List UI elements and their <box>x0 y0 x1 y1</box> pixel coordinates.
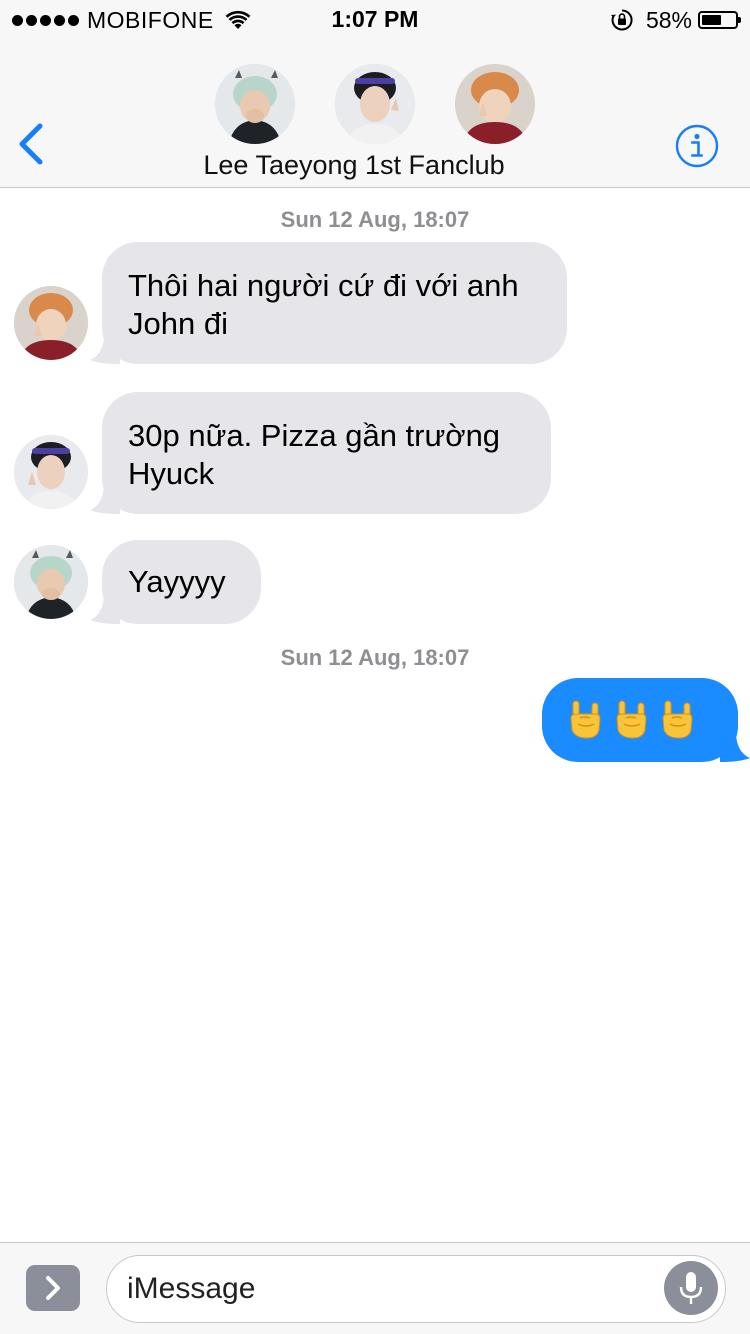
avatar-mint-hair <box>215 64 295 144</box>
incoming-message-bubble[interactable]: Yayyyy <box>90 540 261 624</box>
battery-percent: 58% <box>645 6 692 33</box>
sender-avatar-dark-hair[interactable] <box>14 435 88 509</box>
timestamp-time: 18:07 <box>413 207 470 232</box>
message-input[interactable]: iMessage <box>106 1255 726 1323</box>
message-text-line: 30p nữa. Pizza gần trường <box>128 418 501 453</box>
timestamp-day: Sun 12 Aug, <box>280 645 407 670</box>
conversation-title[interactable]: Lee Taeyong 1st Fanclub <box>0 150 708 181</box>
timestamp-time: 18:07 <box>413 645 470 670</box>
input-bar: iMessage <box>0 1242 750 1334</box>
timestamp-2: Sun 12 Aug, 18:07 <box>0 645 750 671</box>
message-text-line: Yayyyy <box>128 564 226 599</box>
incoming-message-bubble[interactable]: Thôi hai người cứ đi với anh John đi <box>90 242 567 364</box>
message-text-line: Thôi hai người cứ đi với anh <box>128 268 519 303</box>
bubble-tail <box>90 594 120 624</box>
chevron-right-icon <box>46 1276 60 1300</box>
sender-avatar-orange-hair[interactable] <box>14 286 88 360</box>
sender-avatar-mint-hair[interactable] <box>14 545 88 619</box>
avatar-mint-hair-icon <box>14 545 88 619</box>
avatar-orange-hair <box>455 64 535 144</box>
status-right: 58% <box>610 6 741 34</box>
microphone-icon <box>679 1272 703 1304</box>
message-text-line: John đi <box>128 306 228 341</box>
outgoing-message-bubble[interactable] <box>542 678 750 762</box>
message-text-line: Hyuck <box>128 456 215 491</box>
info-button[interactable] <box>675 124 719 168</box>
horns-emoji-icon <box>570 700 601 739</box>
sign-of-the-horns-icon <box>568 698 712 742</box>
timestamp-1: Sun 12 Aug, 18:07 <box>0 207 750 233</box>
message-list[interactable]: Sun 12 Aug, 18:07 Thôi hai người cứ đi v… <box>0 188 750 1242</box>
battery-icon <box>698 11 741 29</box>
conversation-header: Lee Taeyong 1st Fanclub <box>0 40 750 188</box>
timestamp-day: Sun 12 Aug, <box>280 207 407 232</box>
bubble-tail <box>720 732 750 762</box>
messages-screen: MOBIFONE 1:07 PM 58% Lee Taeyong 1st Fan… <box>0 0 750 1334</box>
avatar-dark-hair-headband-icon <box>14 435 88 509</box>
status-bar: MOBIFONE 1:07 PM 58% <box>0 0 750 40</box>
incoming-message-bubble[interactable]: 30p nữa. Pizza gần trường Hyuck <box>90 392 551 514</box>
message-input-placeholder: iMessage <box>127 1272 256 1305</box>
participant-avatars[interactable] <box>0 64 750 144</box>
avatar-orange-hair-icon <box>14 286 88 360</box>
expand-apps-button[interactable] <box>26 1265 80 1311</box>
horns-emoji-icon <box>662 700 693 739</box>
microphone-button[interactable] <box>664 1261 718 1315</box>
participant-avatar-3[interactable] <box>455 64 535 144</box>
participant-avatar-2[interactable] <box>335 64 415 144</box>
battery-level-fill <box>702 15 721 25</box>
bubble-tail <box>90 484 120 514</box>
bubble-tail <box>90 334 120 364</box>
rotation-lock-icon <box>610 9 633 31</box>
horns-emoji-icon <box>616 700 647 739</box>
avatar-dark-hair-headband <box>335 64 415 144</box>
participant-avatar-1[interactable] <box>215 64 295 144</box>
